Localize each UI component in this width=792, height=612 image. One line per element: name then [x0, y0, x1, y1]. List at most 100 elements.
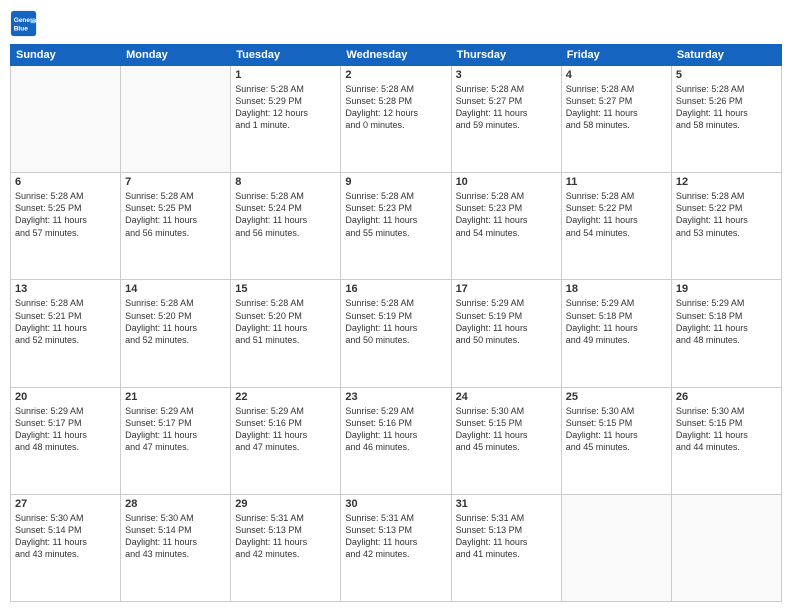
- calendar-week-row: 1 Sunrise: 5:28 AM Sunset: 5:29 PM Daylig…: [11, 66, 782, 173]
- page: General Blue SundayMondayTuesdayWednesda…: [0, 0, 792, 612]
- weekday-header: Thursday: [451, 45, 561, 66]
- calendar-cell: 26 Sunrise: 5:30 AM Sunset: 5:15 PM Dayli…: [671, 387, 781, 494]
- calendar-cell: 13 Sunrise: 5:28 AM Sunset: 5:21 PM Dayli…: [11, 280, 121, 387]
- svg-text:General: General: [14, 17, 38, 24]
- day-number: 28: [125, 498, 226, 510]
- day-info: Sunrise: 5:30 AM Sunset: 5:15 PM Dayligh…: [676, 405, 777, 454]
- day-info: Sunrise: 5:28 AM Sunset: 5:28 PM Dayligh…: [345, 83, 446, 132]
- day-info: Sunrise: 5:28 AM Sunset: 5:21 PM Dayligh…: [15, 297, 116, 346]
- calendar-week-row: 27 Sunrise: 5:30 AM Sunset: 5:14 PM Dayli…: [11, 494, 782, 601]
- calendar-cell: 16Sunrise: 5:28 AM Sunset: 5:19 PM Dayli…: [341, 280, 451, 387]
- calendar-header-row: SundayMondayTuesdayWednesdayThursdayFrid…: [11, 45, 782, 66]
- day-info: Sunrise: 5:30 AM Sunset: 5:14 PM Dayligh…: [125, 512, 226, 561]
- day-info: Sunrise: 5:28 AM Sunset: 5:27 PM Dayligh…: [566, 83, 667, 132]
- calendar-cell: 8Sunrise: 5:28 AM Sunset: 5:24 PM Daylig…: [231, 173, 341, 280]
- day-info: Sunrise: 5:29 AM Sunset: 5:17 PM Dayligh…: [125, 405, 226, 454]
- day-info: Sunrise: 5:29 AM Sunset: 5:16 PM Dayligh…: [235, 405, 336, 454]
- logo: General Blue: [10, 10, 42, 38]
- day-info: Sunrise: 5:28 AM Sunset: 5:22 PM Dayligh…: [566, 190, 667, 239]
- day-info: Sunrise: 5:28 AM Sunset: 5:27 PM Dayligh…: [456, 83, 557, 132]
- day-info: Sunrise: 5:31 AM Sunset: 5:13 PM Dayligh…: [235, 512, 336, 561]
- day-number: 30: [345, 498, 446, 510]
- calendar-cell: 15Sunrise: 5:28 AM Sunset: 5:20 PM Dayli…: [231, 280, 341, 387]
- day-number: 23: [345, 391, 446, 403]
- calendar-cell: 24 Sunrise: 5:30 AM Sunset: 5:15 PM Dayli…: [451, 387, 561, 494]
- day-number: 14: [125, 283, 226, 295]
- calendar-cell: 11Sunrise: 5:28 AM Sunset: 5:22 PM Dayli…: [561, 173, 671, 280]
- calendar-cell: 10 Sunrise: 5:28 AM Sunset: 5:23 PM Dayli…: [451, 173, 561, 280]
- calendar-cell: 2 Sunrise: 5:28 AM Sunset: 5:28 PM Daylig…: [341, 66, 451, 173]
- day-number: 31: [456, 498, 557, 510]
- weekday-header: Friday: [561, 45, 671, 66]
- weekday-header: Tuesday: [231, 45, 341, 66]
- calendar-cell: 23Sunrise: 5:29 AM Sunset: 5:16 PM Dayli…: [341, 387, 451, 494]
- calendar-cell: [671, 494, 781, 601]
- day-number: 19: [676, 283, 777, 295]
- calendar-cell: 14 Sunrise: 5:28 AM Sunset: 5:20 PM Dayli…: [121, 280, 231, 387]
- day-info: Sunrise: 5:28 AM Sunset: 5:25 PM Dayligh…: [125, 190, 226, 239]
- calendar-cell: 20 Sunrise: 5:29 AM Sunset: 5:17 PM Dayli…: [11, 387, 121, 494]
- day-number: 4: [566, 69, 667, 81]
- svg-text:Blue: Blue: [14, 26, 28, 33]
- calendar-table: SundayMondayTuesdayWednesdayThursdayFrid…: [10, 44, 782, 602]
- day-info: Sunrise: 5:29 AM Sunset: 5:18 PM Dayligh…: [566, 297, 667, 346]
- day-info: Sunrise: 5:30 AM Sunset: 5:14 PM Dayligh…: [15, 512, 116, 561]
- calendar-cell: 21 Sunrise: 5:29 AM Sunset: 5:17 PM Dayli…: [121, 387, 231, 494]
- day-number: 5: [676, 69, 777, 81]
- day-number: 25: [566, 391, 667, 403]
- day-number: 2: [345, 69, 446, 81]
- day-info: Sunrise: 5:28 AM Sunset: 5:26 PM Dayligh…: [676, 83, 777, 132]
- day-number: 8: [235, 176, 336, 188]
- calendar-week-row: 20 Sunrise: 5:29 AM Sunset: 5:17 PM Dayli…: [11, 387, 782, 494]
- day-info: Sunrise: 5:29 AM Sunset: 5:19 PM Dayligh…: [456, 297, 557, 346]
- day-number: 21: [125, 391, 226, 403]
- day-info: Sunrise: 5:28 AM Sunset: 5:19 PM Dayligh…: [345, 297, 446, 346]
- day-number: 1: [235, 69, 336, 81]
- calendar-week-row: 6Sunrise: 5:28 AM Sunset: 5:25 PM Daylig…: [11, 173, 782, 280]
- day-number: 27: [15, 498, 116, 510]
- day-number: 13: [15, 283, 116, 295]
- day-number: 22: [235, 391, 336, 403]
- day-number: 18: [566, 283, 667, 295]
- calendar-cell: 7 Sunrise: 5:28 AM Sunset: 5:25 PM Daylig…: [121, 173, 231, 280]
- day-info: Sunrise: 5:28 AM Sunset: 5:23 PM Dayligh…: [345, 190, 446, 239]
- day-info: Sunrise: 5:30 AM Sunset: 5:15 PM Dayligh…: [566, 405, 667, 454]
- calendar-cell: 3Sunrise: 5:28 AM Sunset: 5:27 PM Daylig…: [451, 66, 561, 173]
- day-info: Sunrise: 5:29 AM Sunset: 5:17 PM Dayligh…: [15, 405, 116, 454]
- weekday-header: Saturday: [671, 45, 781, 66]
- calendar-cell: 22 Sunrise: 5:29 AM Sunset: 5:16 PM Dayli…: [231, 387, 341, 494]
- day-number: 29: [235, 498, 336, 510]
- day-number: 7: [125, 176, 226, 188]
- day-info: Sunrise: 5:29 AM Sunset: 5:18 PM Dayligh…: [676, 297, 777, 346]
- weekday-header: Sunday: [11, 45, 121, 66]
- calendar-cell: 29 Sunrise: 5:31 AM Sunset: 5:13 PM Dayli…: [231, 494, 341, 601]
- day-info: Sunrise: 5:31 AM Sunset: 5:13 PM Dayligh…: [456, 512, 557, 561]
- weekday-header: Monday: [121, 45, 231, 66]
- calendar-cell: [561, 494, 671, 601]
- day-info: Sunrise: 5:28 AM Sunset: 5:23 PM Dayligh…: [456, 190, 557, 239]
- day-info: Sunrise: 5:28 AM Sunset: 5:20 PM Dayligh…: [235, 297, 336, 346]
- day-info: Sunrise: 5:31 AM Sunset: 5:13 PM Dayligh…: [345, 512, 446, 561]
- calendar-cell: 9Sunrise: 5:28 AM Sunset: 5:23 PM Daylig…: [341, 173, 451, 280]
- day-info: Sunrise: 5:30 AM Sunset: 5:15 PM Dayligh…: [456, 405, 557, 454]
- day-number: 26: [676, 391, 777, 403]
- calendar-cell: 5 Sunrise: 5:28 AM Sunset: 5:26 PM Daylig…: [671, 66, 781, 173]
- day-number: 20: [15, 391, 116, 403]
- calendar-cell: 27 Sunrise: 5:30 AM Sunset: 5:14 PM Dayli…: [11, 494, 121, 601]
- calendar-cell: 12 Sunrise: 5:28 AM Sunset: 5:22 PM Dayli…: [671, 173, 781, 280]
- calendar-cell: 4 Sunrise: 5:28 AM Sunset: 5:27 PM Daylig…: [561, 66, 671, 173]
- calendar-cell: 18 Sunrise: 5:29 AM Sunset: 5:18 PM Dayli…: [561, 280, 671, 387]
- calendar-cell: 31 Sunrise: 5:31 AM Sunset: 5:13 PM Dayli…: [451, 494, 561, 601]
- day-number: 24: [456, 391, 557, 403]
- day-info: Sunrise: 5:28 AM Sunset: 5:25 PM Dayligh…: [15, 190, 116, 239]
- day-number: 10: [456, 176, 557, 188]
- calendar-cell: 25 Sunrise: 5:30 AM Sunset: 5:15 PM Dayli…: [561, 387, 671, 494]
- day-number: 17: [456, 283, 557, 295]
- logo-icon: General Blue: [10, 10, 38, 38]
- day-info: Sunrise: 5:28 AM Sunset: 5:22 PM Dayligh…: [676, 190, 777, 239]
- day-info: Sunrise: 5:28 AM Sunset: 5:29 PM Dayligh…: [235, 83, 336, 132]
- calendar-cell: [11, 66, 121, 173]
- calendar-cell: 30 Sunrise: 5:31 AM Sunset: 5:13 PM Dayli…: [341, 494, 451, 601]
- day-info: Sunrise: 5:28 AM Sunset: 5:20 PM Dayligh…: [125, 297, 226, 346]
- day-number: 12: [676, 176, 777, 188]
